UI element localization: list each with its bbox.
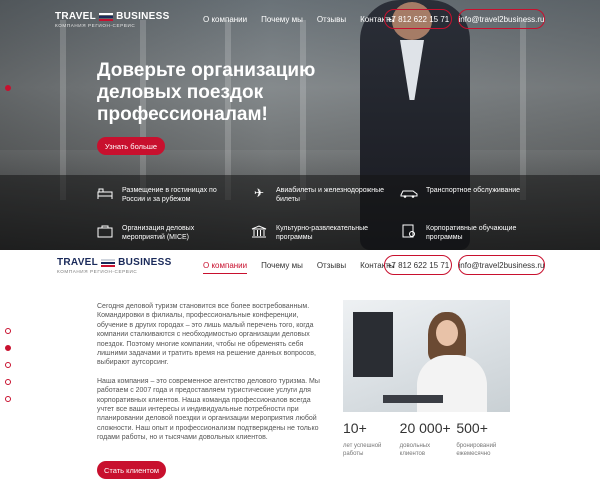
- phone-button[interactable]: +7 812 622 15 71: [384, 9, 452, 29]
- service-label: Корпоративные обучающие программы: [426, 225, 517, 241]
- service-label: Культурно-развлекательные программы: [276, 225, 369, 241]
- service-hotels[interactable]: Размещение в гостиницах по России и за р…: [96, 186, 232, 204]
- phone-button[interactable]: +7 812 622 15 71: [384, 255, 452, 275]
- photo-operator-body: [417, 355, 487, 412]
- hero-header: TRAVEL BUSINESS КОМПАНИЯ РЕГИОН-СЕРВИС О…: [0, 0, 600, 40]
- logo-word-travel: TRAVEL: [57, 257, 99, 268]
- service-transport[interactable]: Транспортное обслуживание: [400, 186, 536, 200]
- nav-why-us[interactable]: Почему мы: [261, 261, 303, 274]
- service-label: Транспортное обслуживание: [426, 187, 521, 194]
- about-paragraph: Сегодня деловой туризм становится все бо…: [97, 303, 316, 367]
- stats-row: 10+ лет успешной работы 20 000+ довольны…: [343, 420, 513, 458]
- stat-years: 10+ лет успешной работы: [343, 420, 400, 458]
- section-dot[interactable]: [5, 345, 11, 351]
- email-button[interactable]: info@travel2business.ru: [458, 255, 545, 275]
- section-dot[interactable]: [5, 379, 11, 385]
- stat-value: 10+: [343, 420, 367, 436]
- operator-photo: [343, 300, 510, 412]
- stat-label: лет успешной работы: [343, 443, 382, 457]
- certificate-icon: [400, 224, 418, 238]
- learn-more-button[interactable]: Узнать больше: [97, 137, 165, 155]
- stat-label: довольных клиентов: [399, 443, 431, 457]
- logo-flag-icon: [101, 258, 116, 267]
- logo-word-travel: TRAVEL: [55, 11, 97, 22]
- nav-reviews[interactable]: Отзывы: [317, 261, 346, 274]
- stat-bookings: 500+ бронирований ежемесячно: [456, 420, 513, 458]
- become-client-button[interactable]: Стать клиентом: [97, 461, 166, 479]
- about-text: Сегодня деловой туризм становится все бо…: [97, 302, 327, 443]
- section-dot[interactable]: [5, 396, 11, 402]
- hotel-bed-icon: [96, 186, 114, 200]
- service-culture[interactable]: Культурно-развлекательные программы: [250, 224, 386, 242]
- logo-tagline: КОМПАНИЯ РЕГИОН-СЕРВИС: [57, 269, 138, 274]
- hero-section: TRAVEL BUSINESS КОМПАНИЯ РЕГИОН-СЕРВИС О…: [0, 0, 600, 250]
- nav-about[interactable]: О компании: [203, 261, 248, 274]
- photo-operator-face: [436, 320, 458, 346]
- logo[interactable]: TRAVEL BUSINESS КОМПАНИЯ РЕГИОН-СЕРВИС: [55, 11, 170, 28]
- logo-wordmark: TRAVEL BUSINESS: [55, 11, 170, 22]
- stat-value: 20 000+: [399, 420, 451, 436]
- logo-wordmark: TRAVEL BUSINESS: [57, 257, 172, 268]
- logo-flag-icon: [99, 12, 114, 21]
- service-tickets[interactable]: ✈ Авиабилеты и железнодорожные билеты: [250, 186, 386, 204]
- hero-title: Доверьте организацию деловых поездок про…: [97, 60, 316, 125]
- service-label: Организация деловых мероприятий (MICE): [122, 225, 195, 241]
- logo-word-business: BUSINESS: [118, 257, 172, 268]
- service-label: Размещение в гостиницах по России и за р…: [122, 187, 217, 203]
- nav-why-us[interactable]: Почему мы: [261, 15, 303, 24]
- stat-clients: 20 000+ довольных клиентов: [400, 420, 457, 458]
- photo-keyboard: [383, 395, 443, 403]
- service-mice[interactable]: Организация деловых мероприятий (MICE): [96, 224, 232, 242]
- logo[interactable]: TRAVEL BUSINESS КОМПАНИЯ РЕГИОН-СЕРВИС: [57, 257, 172, 274]
- email-button[interactable]: info@travel2business.ru: [458, 9, 545, 29]
- slide-dot[interactable]: [5, 85, 11, 91]
- section-nav-dots: [5, 328, 11, 402]
- nav-about[interactable]: О компании: [203, 15, 247, 24]
- section-dot[interactable]: [5, 328, 11, 334]
- service-label: Авиабилеты и железнодорожные билеты: [276, 187, 385, 203]
- nav-reviews[interactable]: Отзывы: [317, 15, 346, 24]
- car-icon: [400, 186, 418, 200]
- photo-monitor: [353, 312, 393, 377]
- airplane-icon: ✈: [253, 185, 265, 200]
- stat-label: бронирований ежемесячно: [456, 443, 497, 457]
- briefcase-icon: [96, 224, 114, 238]
- logo-tagline: КОМПАНИЯ РЕГИОН-СЕРВИС: [55, 23, 136, 28]
- main-nav: О компании Почему мы Отзывы Контакты: [203, 15, 395, 24]
- about-paragraph: Наша компания – это современное агентств…: [97, 377, 320, 442]
- sticky-header: TRAVEL BUSINESS КОМПАНИЯ РЕГИОН-СЕРВИС О…: [0, 250, 600, 280]
- service-training[interactable]: Корпоративные обучающие программы: [400, 224, 536, 242]
- main-nav: О компании Почему мы Отзывы Контакты: [203, 261, 395, 274]
- logo-word-business: BUSINESS: [116, 11, 170, 22]
- museum-icon: [250, 224, 268, 238]
- stat-value: 500+: [456, 420, 488, 436]
- hero-slide-dots: [5, 85, 11, 91]
- section-dot[interactable]: [5, 362, 11, 368]
